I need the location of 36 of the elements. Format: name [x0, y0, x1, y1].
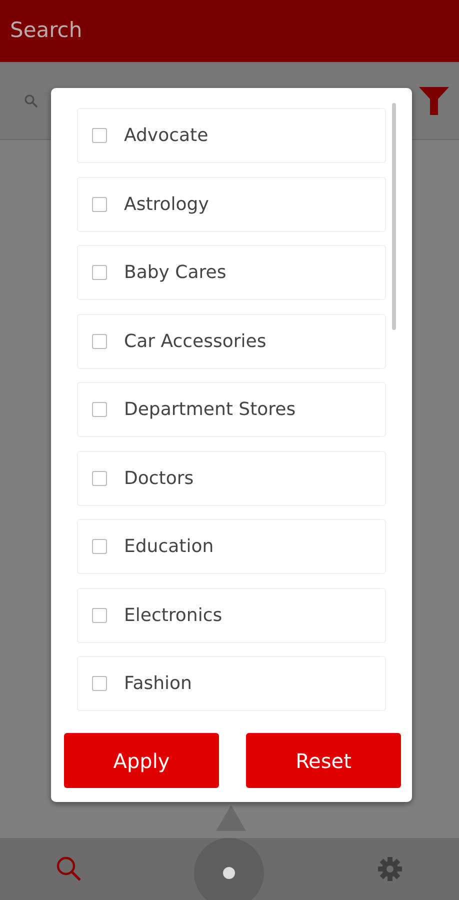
- search-icon[interactable]: [55, 855, 84, 883]
- category-option[interactable]: Astrology: [77, 176, 386, 232]
- checkbox[interactable]: [92, 334, 107, 348]
- filter-icon[interactable]: [419, 86, 449, 114]
- category-label: Advocate: [124, 124, 208, 148]
- checkbox[interactable]: [92, 265, 107, 280]
- category-label: Baby Cares: [124, 261, 226, 285]
- category-label: Fashion: [124, 672, 192, 696]
- settings-icon[interactable]: [376, 855, 404, 883]
- category-option[interactable]: Fashion: [77, 656, 386, 711]
- app-bar-title: Search: [10, 17, 82, 44]
- category-option[interactable]: Baby Cares: [77, 245, 386, 300]
- checkbox[interactable]: [92, 196, 107, 212]
- category-label: Electronics: [124, 604, 222, 628]
- checkbox[interactable]: [92, 676, 107, 691]
- scrollbar[interactable]: [392, 103, 396, 330]
- category-label: Department Stores: [124, 398, 296, 422]
- category-option[interactable]: Department Stores: [77, 382, 386, 437]
- checkbox[interactable]: [92, 128, 107, 143]
- category-option[interactable]: Electronics: [77, 588, 386, 642]
- category-option[interactable]: Doctors: [77, 450, 386, 506]
- category-option[interactable]: Advocate: [77, 108, 386, 163]
- up-arrow-icon: [216, 805, 246, 831]
- search-icon: [24, 94, 38, 108]
- checkbox[interactable]: [92, 608, 107, 622]
- category-option[interactable]: Education: [77, 519, 386, 574]
- checkbox[interactable]: [92, 539, 107, 554]
- category-label: Doctors: [124, 466, 194, 490]
- category-label: Car Accessories: [124, 330, 266, 354]
- checkbox[interactable]: [92, 402, 107, 417]
- category-label: Education: [124, 535, 214, 559]
- apply-button[interactable]: Apply: [64, 733, 219, 788]
- category-option[interactable]: Car Accessories: [77, 314, 386, 368]
- category-label: Astrology: [124, 192, 209, 216]
- checkbox[interactable]: [92, 470, 107, 486]
- reset-button[interactable]: Reset: [246, 733, 401, 788]
